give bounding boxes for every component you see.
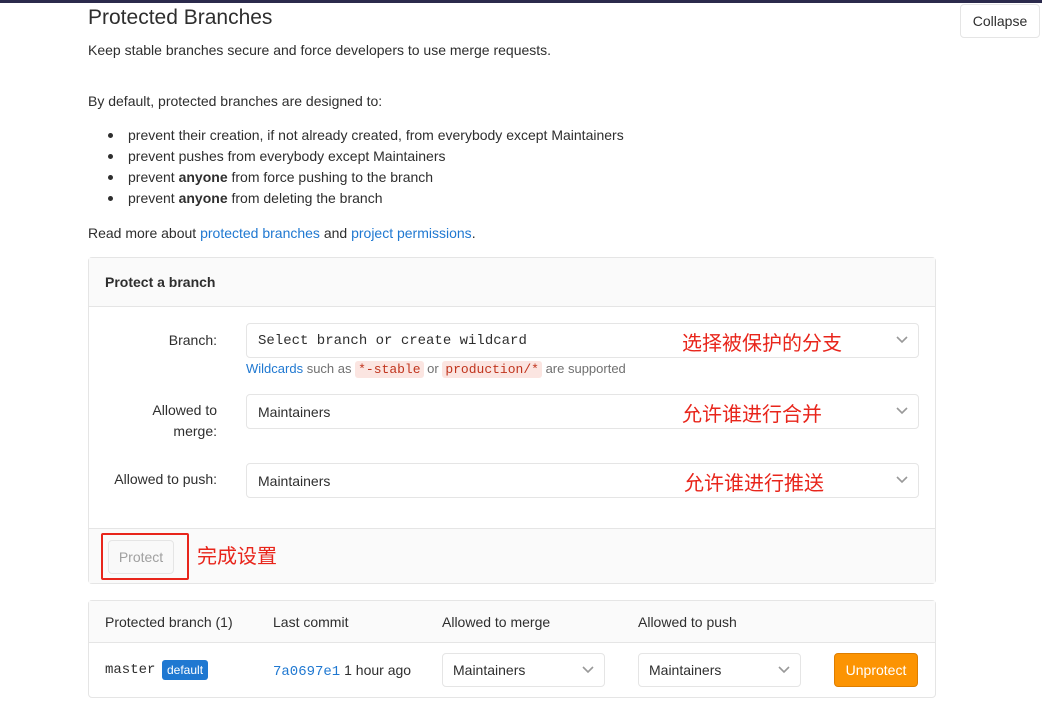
chevron-down-icon [896,476,908,484]
list-item: prevent their creation, if not already c… [108,127,624,148]
protect-branch-header: Protect a branch [89,258,935,307]
row-push-select[interactable]: Maintainers [638,653,801,687]
list-item: prevent anyone from deleting the branch [108,190,624,211]
read-more-text: Read more about protected branches and p… [88,225,476,241]
allowed-to-merge-label: Allowed to merge: [152,402,217,439]
merge-annotation: 允许谁进行合并 [682,402,822,426]
wildcard-help: Wildcards such as *-stable or production… [246,361,626,378]
col-protected-branch: Protected branch (1) [105,614,233,630]
protect-annotation: 完成设置 [197,544,277,568]
col-last-commit: Last commit [273,614,349,630]
commit-sha-link[interactable]: 7a0697e1 [273,664,340,680]
page-subtitle: Keep stable branches secure and force de… [88,42,552,58]
allowed-to-push-label: Allowed to push: [114,471,217,487]
list-item: prevent pushes from everybody except Mai… [108,148,624,169]
protect-form-footer: Protect 完成设置 [89,528,935,583]
row-merge-select[interactable]: Maintainers [442,653,605,687]
protected-branches-table: Protected branch (1) Last commit Allowed… [88,600,936,698]
protected-branches-link[interactable]: protected branches [200,225,320,241]
collapse-button[interactable]: Collapse [960,4,1040,38]
table-header: Protected branch (1) Last commit Allowed… [89,601,935,643]
branch-annotation: 选择被保护的分支 [682,331,842,355]
push-annotation: 允许谁进行推送 [684,471,824,495]
col-allowed-to-push: Allowed to push [638,614,737,630]
protect-branch-card: Protect a branch Branch: Select branch o… [88,257,936,584]
branch-select-placeholder: Select branch or create wildcard [258,332,527,349]
chevron-down-icon [896,407,908,415]
code-stable: *-stable [355,361,424,378]
code-production: production/* [442,361,542,378]
chevron-down-icon [896,336,908,344]
chevron-down-icon [778,666,790,674]
default-rules-list: prevent their creation, if not already c… [108,127,624,211]
list-item: prevent anyone from force pushing to the… [108,169,624,190]
unprotect-button[interactable]: Unprotect [834,653,918,687]
default-badge: default [162,660,209,680]
branch-label: Branch: [168,332,217,348]
page-title: Protected Branches [88,6,273,29]
branch-name: master [105,662,156,678]
wildcards-link[interactable]: Wildcards [246,361,303,376]
top-bar [0,0,1042,3]
intro-lead: By default, protected branches are desig… [88,93,383,109]
project-permissions-link[interactable]: project permissions [351,225,472,241]
protect-button[interactable]: Protect [108,540,174,574]
commit-time: 1 hour ago [344,662,412,678]
col-allowed-to-merge: Allowed to merge [442,614,551,630]
last-commit: 7a0697e1 1 hour ago [273,662,411,680]
chevron-down-icon [582,666,594,674]
